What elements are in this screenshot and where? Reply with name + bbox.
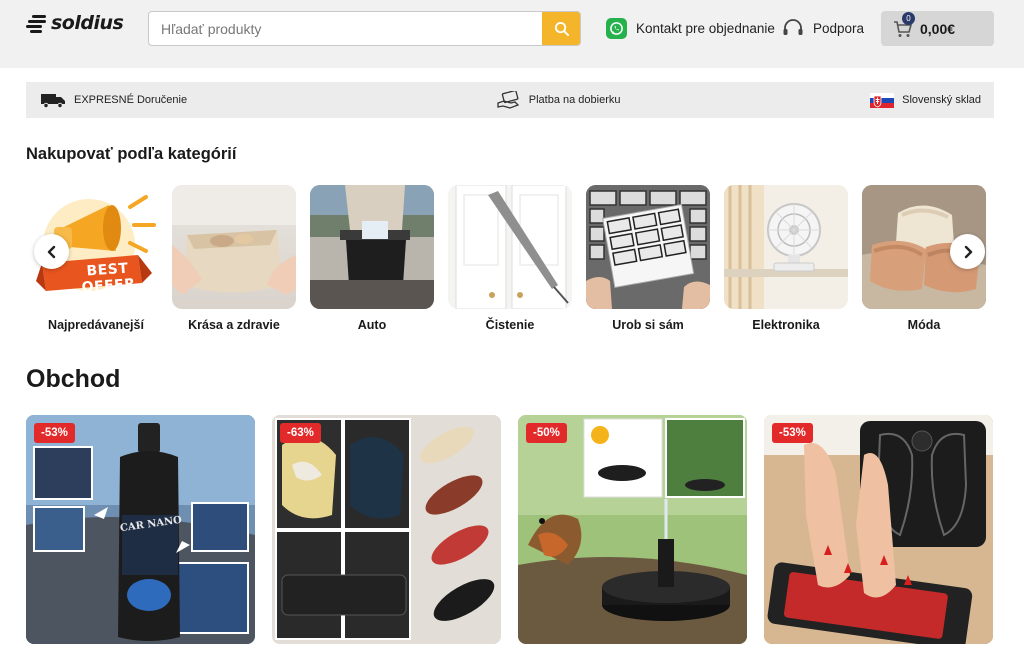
support-label: Podpora [813,20,865,36]
categories-heading: Nakupovať podľa kategórií [26,145,237,163]
discount-badge: -53% [34,423,75,443]
cart-count-badge: 0 [902,11,915,25]
category-label: Najpredávanejší [48,318,144,332]
category-label: Móda [907,318,941,332]
discount-badge: -53% [772,423,813,443]
logo-mark-icon [26,13,48,33]
carousel-prev-button[interactable] [34,234,69,269]
delivery-info: EXPRESNÉ Doručenie [40,92,187,108]
category-label: Čistenie [485,318,535,332]
support-link[interactable]: Podpora [782,18,864,38]
cash-hand-icon [497,91,519,109]
delivery-label: EXPRESNÉ Doručenie [74,94,188,106]
payment-label: Platba na dobierku [528,94,621,106]
search-icon [554,21,569,36]
slovak-flag-icon [870,92,895,108]
logo-text: soldius [51,12,124,34]
product-image [272,415,501,644]
category-list: BEST OFFER Najpredávanejší Krása a zdrav… [34,185,986,332]
search-button[interactable] [542,12,580,45]
logo[interactable]: soldius [26,12,124,34]
product-card[interactable]: -53% [764,415,993,644]
contact-link[interactable]: Kontakt pre objednanie [606,18,775,39]
search-box [148,11,581,46]
product-card[interactable]: -63% [272,415,501,644]
site-header: soldius Kontakt pre objednanie Podpora 0… [0,0,1024,68]
category-label: Urob si sám [612,318,684,332]
category-item-diy[interactable]: Urob si sám [586,185,710,332]
product-card[interactable]: -53% CAR NANO [26,415,255,644]
payment-info: Platba na dobierku [497,91,621,109]
discount-badge: -50% [526,423,567,443]
chevron-right-icon [964,245,972,258]
shop-heading: Obchod [26,365,121,393]
headset-icon [783,19,803,35]
truck-icon [41,94,65,108]
product-grid: -53% CAR NANO -63% -50% -53% [26,415,993,644]
category-label: Auto [357,318,387,332]
category-label: Krása a zdravie [188,318,280,332]
category-item-cleaning[interactable]: Čistenie [448,185,572,332]
whatsapp-icon [606,18,627,39]
search-input[interactable] [149,12,543,45]
category-item-beauty[interactable]: Krása a zdravie [172,185,296,332]
chevron-left-icon [47,245,55,258]
contact-label: Kontakt pre objednanie [636,21,775,36]
info-bar: EXPRESNÉ Doručenie Platba na dobierku Sl… [26,82,994,118]
category-image-auto [310,185,434,309]
product-image [518,415,747,644]
category-image-beauty [172,185,296,309]
cart-button[interactable]: 0 0,00€ [881,11,994,46]
warehouse-label: Slovenský sklad [902,94,981,106]
discount-badge: -63% [280,423,321,443]
category-item-auto[interactable]: Auto [310,185,434,332]
cart-icon: 0 [893,11,915,38]
product-image [764,415,993,644]
category-image-diy [586,185,710,309]
cart-total: 0,00€ [920,20,956,37]
category-item-electronics[interactable]: Elektronika [724,185,848,332]
warehouse-info: Slovenský sklad [870,92,981,108]
carousel-next-button[interactable] [950,234,985,269]
category-label: Elektronika [752,318,820,332]
category-image-electronics [724,185,848,309]
product-card[interactable]: -50% [518,415,747,644]
category-image-cleaning [448,185,572,309]
